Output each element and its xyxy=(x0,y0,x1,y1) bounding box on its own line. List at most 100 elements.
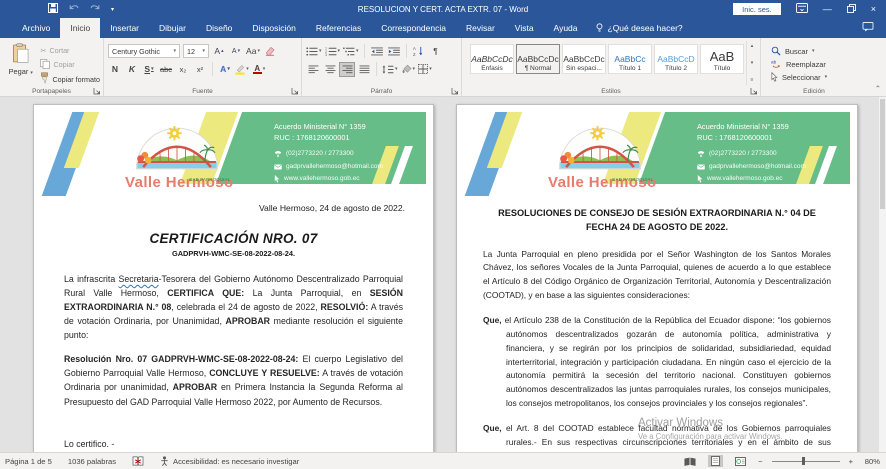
redo-icon[interactable] xyxy=(90,4,100,14)
collapse-ribbon-icon[interactable]: ⌃ xyxy=(875,84,881,93)
ribbon-tab[interactable]: Disposición xyxy=(242,18,305,38)
show-marks-button[interactable]: ¶ xyxy=(429,45,443,58)
cut-button[interactable]: ✂Cortar xyxy=(40,45,100,56)
copy-button[interactable]: Copiar xyxy=(40,59,100,71)
ribbon-tab[interactable]: Correspondencia xyxy=(371,18,456,38)
shading-button[interactable]: ▾ xyxy=(401,63,416,76)
certification-title[interactable]: CERTIFICACIÓN NRO. 07 xyxy=(34,231,433,246)
res-paragraph-3[interactable]: Que, el Art. 8 del COOTAD establece facu… xyxy=(483,422,831,452)
grow-font-button[interactable]: A▴ xyxy=(212,45,226,58)
bullets-button[interactable]: ▾ xyxy=(306,45,322,58)
word-count[interactable]: 1036 palabras xyxy=(68,457,116,466)
styles-scrollbar[interactable]: ▴ ▾ ≡ xyxy=(746,41,757,85)
style-card[interactable]: AaBbCcD Título 2 xyxy=(654,44,698,74)
print-layout-button[interactable] xyxy=(708,455,723,467)
ribbon-tab[interactable]: Revisar xyxy=(456,18,505,38)
accessibility-status[interactable]: Accesibilidad: es necesario investigar xyxy=(160,456,299,466)
multilevel-list-button[interactable]: ▾ xyxy=(343,45,359,58)
restore-icon[interactable] xyxy=(847,4,856,15)
shrink-font-button[interactable]: A▾ xyxy=(229,45,243,58)
res-paragraph-1[interactable]: La Junta Parroquial en pleno presidida p… xyxy=(483,248,831,303)
ribbon-tab[interactable]: Archivo xyxy=(12,18,60,38)
ribbon-tab[interactable]: Dibujar xyxy=(149,18,196,38)
zoom-in-button[interactable]: + xyxy=(849,457,853,466)
styles-dialog-launcher[interactable] xyxy=(750,87,758,95)
line-spacing-button[interactable]: ▾ xyxy=(382,63,398,76)
proofing-errors-icon[interactable] xyxy=(132,456,144,466)
scrollbar-thumb[interactable] xyxy=(880,99,885,209)
date-line[interactable]: Valle Hermoso, 24 de agosto de 2022. xyxy=(62,203,405,213)
numbering-button[interactable]: ▾ xyxy=(325,45,341,58)
ribbon-tab[interactable]: Inicio xyxy=(60,18,100,38)
tell-me-box[interactable]: ¿Qué desea hacer? xyxy=(596,18,683,38)
ribbon-tab[interactable]: Vista xyxy=(505,18,544,38)
style-card[interactable]: AaB Título xyxy=(700,44,744,74)
paragraph-group: ▾ ▾ ▾ ¶ ▾ ▾ xyxy=(302,38,462,96)
zoom-percentage[interactable]: 80% xyxy=(862,457,880,466)
select-button[interactable]: Seleccionar▾ xyxy=(771,72,827,82)
bold-button[interactable]: N xyxy=(108,63,122,76)
resolutions-title[interactable]: RESOLUCIONES DE CONSEJO DE SESIÓN EXTRAO… xyxy=(485,206,829,235)
web-layout-button[interactable] xyxy=(732,456,749,467)
minimize-icon[interactable]: — xyxy=(823,5,832,14)
document-page-1[interactable]: Valle Hermoso GAD PARROQUIAL Acuerdo Min… xyxy=(33,104,434,452)
align-left-button[interactable] xyxy=(306,63,320,76)
zoom-slider[interactable] xyxy=(772,461,840,462)
decrease-indent-button[interactable] xyxy=(370,45,384,58)
read-mode-button[interactable] xyxy=(681,456,699,467)
font-color-button[interactable]: A▾ xyxy=(252,63,266,76)
save-icon[interactable] xyxy=(48,3,58,15)
highlight-color-button[interactable]: ▾ xyxy=(235,63,249,76)
format-painter-button[interactable]: Copiar formato xyxy=(40,73,100,85)
borders-button[interactable]: ▾ xyxy=(418,63,432,76)
paste-button[interactable]: Pegar ▾ xyxy=(4,41,37,85)
underline-button[interactable]: S▾ xyxy=(142,63,156,76)
clipboard-dialog-launcher[interactable] xyxy=(93,87,101,95)
align-center-button[interactable] xyxy=(323,63,337,76)
clear-formatting-button[interactable] xyxy=(263,45,277,58)
letterhead-banner[interactable]: Valle Hermoso GAD PARROQUIAL Acuerdo Min… xyxy=(464,112,850,196)
text-effects-button[interactable]: A▾ xyxy=(218,63,232,76)
letterhead-banner[interactable]: Valle Hermoso GAD PARROQUIAL Acuerdo Min… xyxy=(41,112,426,196)
font-size-combo[interactable]: 12▾ xyxy=(183,44,209,58)
increase-indent-button[interactable] xyxy=(387,45,401,58)
justify-button[interactable] xyxy=(340,63,354,76)
paragraph-dialog-launcher[interactable] xyxy=(451,87,459,95)
zoom-slider-thumb[interactable] xyxy=(802,457,805,465)
vertical-scrollbar[interactable] xyxy=(879,97,886,452)
res-paragraph-2[interactable]: Que, el Artículo 238 de la Constitución … xyxy=(483,314,831,411)
undo-icon[interactable] xyxy=(69,4,79,14)
style-card[interactable]: AaBbCcDc Énfasis xyxy=(470,44,514,74)
replace-button[interactable]: Reemplazar xyxy=(771,59,827,69)
font-dialog-launcher[interactable] xyxy=(291,87,299,95)
mail-icon xyxy=(697,164,705,170)
change-case-button[interactable]: Aa▾ xyxy=(246,45,260,58)
closing-line[interactable]: Lo certifico. - xyxy=(64,439,403,449)
ribbon-tab[interactable]: Insertar xyxy=(100,18,149,38)
page-indicator[interactable]: Página 1 de 5 xyxy=(5,457,52,466)
ribbon-tab[interactable]: Ayuda xyxy=(544,18,588,38)
strikethrough-button[interactable]: abc xyxy=(159,63,173,76)
cert-paragraph-2[interactable]: Resolución Nro. 07 GADPRVH-WMC-SE-08-202… xyxy=(64,352,403,408)
ribbon-tab[interactable]: Referencias xyxy=(306,18,371,38)
align-justify-button[interactable] xyxy=(357,63,371,76)
font-name-combo[interactable]: Century Gothic▾ xyxy=(108,44,180,58)
italic-button[interactable]: K xyxy=(125,63,139,76)
ribbon-display-options-icon[interactable] xyxy=(796,3,808,15)
style-card[interactable]: AaBbCc Título 1 xyxy=(608,44,652,74)
sort-button[interactable] xyxy=(412,45,426,58)
style-card[interactable]: AaBbCcDc Sin espaci... xyxy=(562,44,606,74)
document-page-2[interactable]: Valle Hermoso GAD PARROQUIAL Acuerdo Min… xyxy=(456,104,858,452)
sign-in-button[interactable]: Inic. ses. xyxy=(733,3,781,15)
superscript-button[interactable]: x² xyxy=(193,63,207,76)
ribbon-tab[interactable]: Diseño xyxy=(196,18,242,38)
certification-code[interactable]: GADPRVH-WMC-SE-08-2022-08-24. xyxy=(34,249,433,258)
close-icon[interactable]: × xyxy=(871,5,876,14)
subscript-button[interactable]: x₂ xyxy=(176,63,190,76)
comments-icon[interactable] xyxy=(862,22,874,34)
customize-qat-icon[interactable]: ▾ xyxy=(111,6,114,13)
style-card[interactable]: AaBbCcDc ¶ Normal xyxy=(516,44,560,74)
find-button[interactable]: Buscar▾ xyxy=(771,46,827,56)
cert-paragraph-1[interactable]: La infrascrita Secretaria-Tesorera del G… xyxy=(64,272,403,342)
zoom-out-button[interactable]: − xyxy=(758,457,762,466)
